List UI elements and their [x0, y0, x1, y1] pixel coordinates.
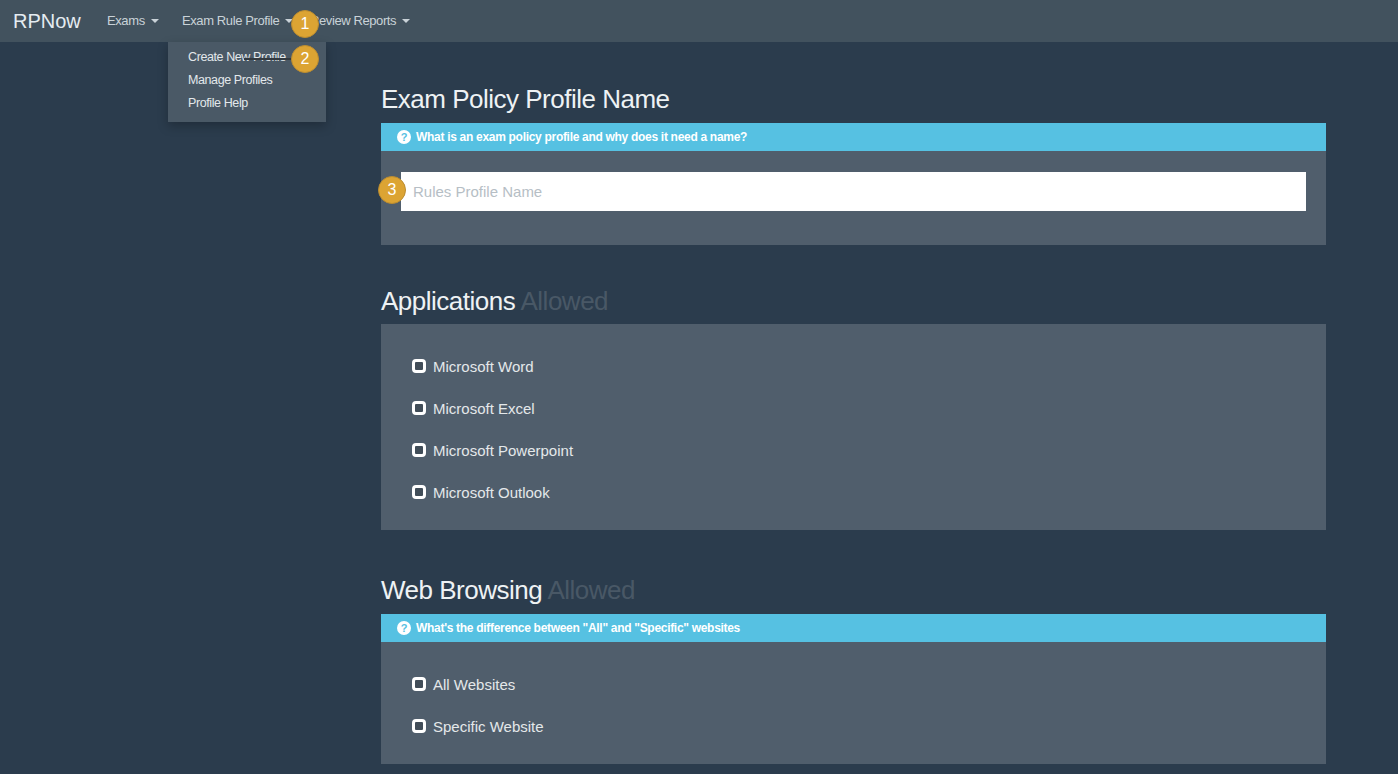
callout-badge-2: 2: [291, 45, 319, 73]
section-subtitle: Allowed: [521, 286, 609, 316]
nav-item-exams[interactable]: Exams: [92, 0, 174, 42]
checkbox-icon[interactable]: [412, 485, 426, 499]
panel-profile-name: [381, 151, 1326, 245]
main-content: Exam Policy Profile Name ? What is an ex…: [381, 83, 1326, 764]
checkbox-row-microsoft-word[interactable]: Microsoft Word: [412, 358, 1296, 374]
checkbox-row-microsoft-powerpoint[interactable]: Microsoft Powerpoint: [412, 442, 1296, 458]
checkbox-row-microsoft-outlook[interactable]: Microsoft Outlook: [412, 484, 1296, 500]
checkbox-row-microsoft-excel[interactable]: Microsoft Excel: [412, 400, 1296, 416]
panel-web-browsing: All Websites Specific Website: [381, 642, 1326, 764]
callout-2-pointer-line: [244, 58, 296, 60]
top-navbar: RPNow Exams Exam Rule Profile Review Rep…: [0, 0, 1398, 42]
callout-badge-1: 1: [291, 10, 319, 38]
menu-item-profile-help[interactable]: Profile Help: [168, 92, 326, 115]
checkbox-row-all-websites[interactable]: All Websites: [412, 676, 1296, 692]
section-web-browsing: Web Browsing Allowed ? What's the differ…: [381, 574, 1326, 764]
question-circle-icon: ?: [397, 621, 411, 635]
section-profile-name: Exam Policy Profile Name ? What is an ex…: [381, 83, 1326, 245]
callout-badge-3: 3: [378, 176, 406, 204]
checkbox-icon[interactable]: [412, 443, 426, 457]
nav-item-exam-rule-profile[interactable]: Exam Rule Profile: [167, 0, 308, 42]
chevron-down-icon: [402, 19, 410, 23]
section-title-web-browsing: Web Browsing Allowed: [381, 574, 1326, 607]
section-title-profile-name: Exam Policy Profile Name: [381, 83, 1326, 116]
checkbox-icon[interactable]: [412, 677, 426, 691]
help-bar-profile-name[interactable]: ? What is an exam policy profile and why…: [381, 123, 1326, 151]
checkbox-icon[interactable]: [412, 359, 426, 373]
rules-profile-name-input[interactable]: [401, 172, 1306, 211]
brand[interactable]: RPNow: [13, 0, 81, 42]
checkbox-icon[interactable]: [412, 401, 426, 415]
question-circle-icon: ?: [397, 130, 411, 144]
section-subtitle: Allowed: [547, 575, 635, 605]
checkbox-icon[interactable]: [412, 719, 426, 733]
section-applications: Applications Allowed Microsoft Word Micr…: [381, 285, 1326, 530]
panel-applications: Microsoft Word Microsoft Excel Microsoft…: [381, 324, 1326, 530]
checkbox-row-specific-website[interactable]: Specific Website: [412, 718, 1296, 734]
section-title-applications: Applications Allowed: [381, 285, 1326, 318]
help-bar-web-browsing[interactable]: ? What's the difference between "All" an…: [381, 614, 1326, 642]
chevron-down-icon: [151, 19, 159, 23]
